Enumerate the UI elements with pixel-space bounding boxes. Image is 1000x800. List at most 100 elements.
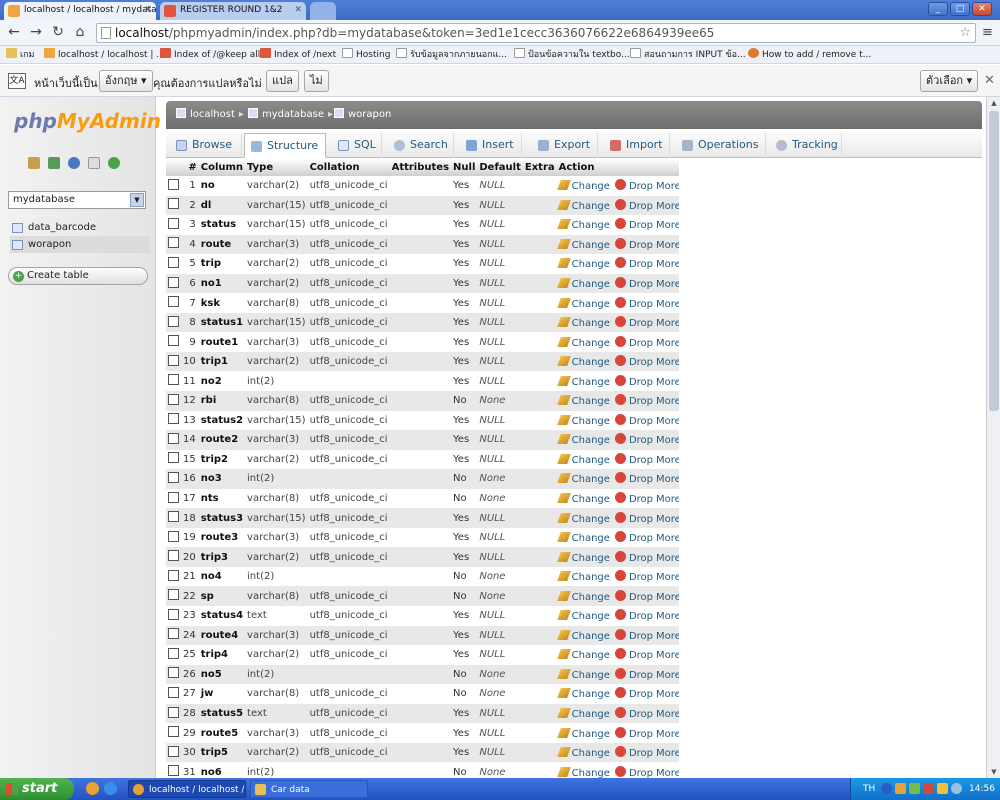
change-link[interactable]: Change <box>556 571 610 583</box>
language-indicator[interactable]: TH <box>863 778 875 800</box>
bookmark-item[interactable]: localhost / localhost | ... <box>44 46 165 63</box>
change-link[interactable]: Change <box>556 297 610 310</box>
drop-link[interactable]: Drop <box>610 667 653 681</box>
close-tab-icon[interactable]: ✕ <box>144 2 152 19</box>
drop-link[interactable]: Drop <box>610 492 653 505</box>
change-link[interactable]: Change <box>556 395 610 407</box>
change-link[interactable]: Change <box>556 747 610 759</box>
row-checkbox[interactable] <box>168 413 179 425</box>
more-menu[interactable]: More▼ <box>656 201 679 212</box>
bookmark-item[interactable]: รับข้อมูลจากภายนอกแ... <box>396 46 507 63</box>
drop-link[interactable]: Drop <box>610 531 653 544</box>
row-checkbox[interactable] <box>168 335 179 347</box>
change-link[interactable]: Change <box>556 356 610 368</box>
row-checkbox[interactable] <box>168 296 179 308</box>
drop-link[interactable]: Drop <box>610 179 653 192</box>
back-icon[interactable]: ← <box>6 24 22 40</box>
change-link[interactable]: Change <box>556 649 610 661</box>
change-link[interactable]: Change <box>556 512 610 525</box>
row-checkbox[interactable] <box>168 237 179 249</box>
drop-link[interactable]: Drop <box>610 609 653 622</box>
translate-options-button[interactable]: ตัวเลือก ▾ <box>920 70 979 92</box>
more-menu[interactable]: More▼ <box>656 377 679 388</box>
create-table-button[interactable]: + Create table <box>8 267 148 285</box>
change-link[interactable]: Change <box>556 278 610 290</box>
change-link[interactable]: Change <box>556 453 610 466</box>
more-menu[interactable]: More▼ <box>656 299 679 310</box>
row-checkbox[interactable] <box>168 569 179 581</box>
change-link[interactable]: Change <box>556 688 610 700</box>
new-tab-button[interactable] <box>310 2 336 20</box>
row-checkbox[interactable] <box>168 530 179 542</box>
breadcrumb-database[interactable]: mydatabase ▸ <box>248 101 333 129</box>
scroll-up-icon[interactable]: ▲ <box>987 97 1000 109</box>
drop-link[interactable]: Drop <box>610 687 653 700</box>
language-select[interactable]: อังกฤษ ▾ <box>99 70 153 92</box>
drop-link[interactable]: Drop <box>610 218 653 231</box>
taskbar-item-browser[interactable]: localhost / localhost / ... <box>128 780 246 798</box>
more-menu[interactable]: More▼ <box>656 181 679 192</box>
scrollbar-thumb[interactable] <box>989 111 999 411</box>
database-select[interactable]: mydatabase ▼ <box>8 191 146 209</box>
maximize-button[interactable]: □ <box>950 2 970 16</box>
close-icon[interactable]: ✕ <box>984 73 995 88</box>
more-menu[interactable]: More▼ <box>656 318 679 329</box>
row-checkbox[interactable] <box>168 178 179 190</box>
scroll-down-icon[interactable]: ▼ <box>987 766 1000 778</box>
row-checkbox[interactable] <box>168 706 179 718</box>
menu-icon[interactable]: ≡ <box>982 25 993 40</box>
home-icon[interactable]: ⌂ <box>72 24 88 40</box>
close-tab-icon[interactable]: ✕ <box>294 2 302 19</box>
more-menu[interactable]: More▼ <box>656 533 679 544</box>
row-checkbox[interactable] <box>168 315 179 327</box>
tab-search[interactable]: Search <box>388 133 454 158</box>
tray-arrow-icon[interactable] <box>881 783 892 794</box>
change-link[interactable]: Change <box>556 317 610 329</box>
more-menu[interactable]: More▼ <box>656 455 679 466</box>
tray-network-icon[interactable] <box>951 783 962 794</box>
change-link[interactable]: Change <box>556 180 610 192</box>
tray-app-icon[interactable] <box>909 783 920 794</box>
tab-structure[interactable]: Structure <box>244 133 326 158</box>
change-link[interactable]: Change <box>556 238 610 251</box>
drop-link[interactable]: Drop <box>610 413 653 427</box>
logout-icon[interactable] <box>48 157 60 169</box>
row-checkbox[interactable] <box>168 647 179 659</box>
forward-icon[interactable]: → <box>28 24 44 40</box>
start-button[interactable]: start <box>0 778 74 800</box>
browser-tab-phpmyadmin[interactable]: localhost / localhost / mydata ✕ <box>4 2 156 20</box>
row-checkbox[interactable] <box>168 628 179 640</box>
drop-link[interactable]: Drop <box>610 374 653 388</box>
bookmark-item[interactable]: Hosting <box>342 46 390 63</box>
tray-app-icon[interactable] <box>923 783 934 794</box>
ie-quicklaunch-icon[interactable] <box>104 782 117 795</box>
row-checkbox[interactable] <box>168 726 179 738</box>
row-checkbox[interactable] <box>168 354 179 366</box>
bookmark-item[interactable]: ป้อนข้อความใน textbo... <box>514 46 630 63</box>
more-menu[interactable]: More▼ <box>656 396 679 407</box>
change-link[interactable]: Change <box>556 610 610 622</box>
no-translate-button[interactable]: ไม่ <box>304 70 329 92</box>
breadcrumb-table[interactable]: worapon <box>334 101 391 129</box>
reload-icon[interactable]: ↻ <box>50 24 66 40</box>
tab-tracking[interactable]: Tracking <box>770 133 842 158</box>
row-checkbox[interactable] <box>168 745 179 757</box>
change-link[interactable]: Change <box>556 414 610 427</box>
more-menu[interactable]: More▼ <box>656 474 679 485</box>
bookmark-item[interactable]: สอนถามการ INPUT ข้อ... <box>630 46 746 63</box>
drop-link[interactable]: Drop <box>610 589 653 603</box>
drop-link[interactable]: Drop <box>610 355 653 368</box>
drop-link[interactable]: Drop <box>610 452 653 466</box>
more-menu[interactable]: More▼ <box>656 553 679 564</box>
row-checkbox[interactable] <box>168 393 179 405</box>
row-checkbox[interactable] <box>168 491 179 503</box>
more-menu[interactable]: More▼ <box>656 650 679 661</box>
change-link[interactable]: Change <box>556 727 610 740</box>
more-menu[interactable]: More▼ <box>656 670 679 681</box>
row-checkbox[interactable] <box>168 198 179 210</box>
row-checkbox[interactable] <box>168 589 179 601</box>
tab-import[interactable]: Import <box>604 133 670 158</box>
sidebar-table-worapon[interactable]: worapon <box>10 236 150 253</box>
more-menu[interactable]: More▼ <box>656 631 679 642</box>
change-link[interactable]: Change <box>556 532 610 544</box>
